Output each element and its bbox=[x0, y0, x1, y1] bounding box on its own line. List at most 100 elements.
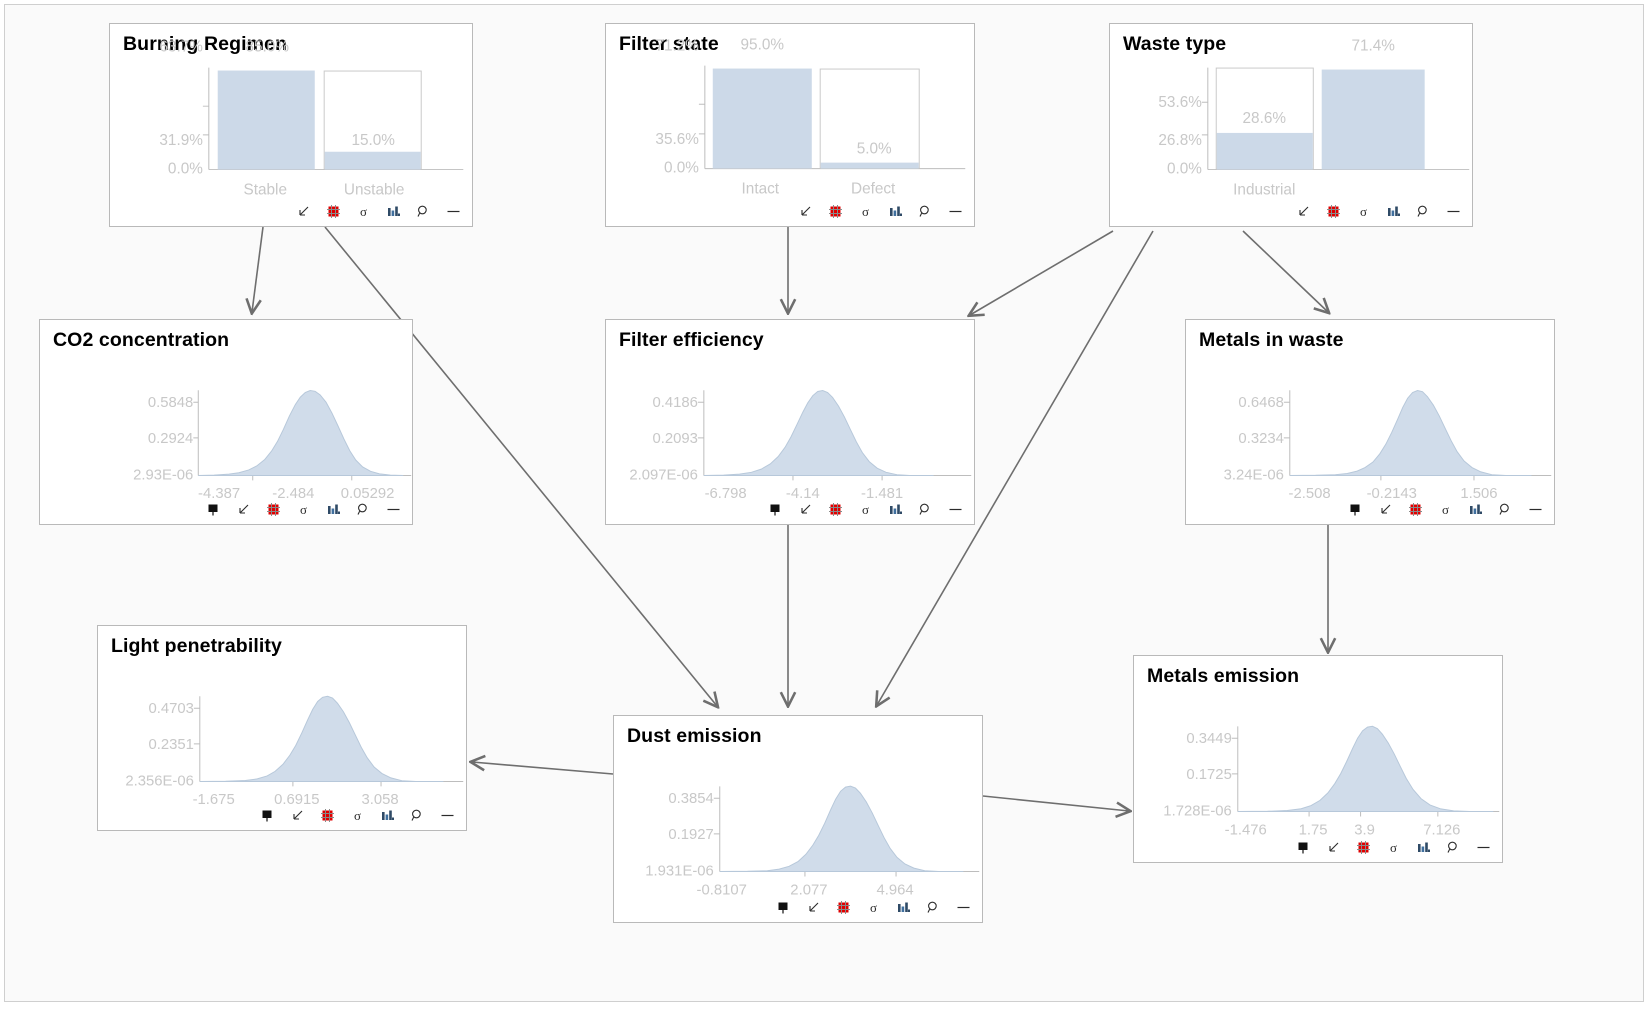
node-toolbar[interactable]: σ bbox=[767, 498, 964, 520]
magnifier-icon[interactable] bbox=[917, 203, 934, 220]
sigma-icon[interactable]: σ bbox=[1355, 203, 1372, 220]
ytick-label: 71.2% bbox=[655, 38, 699, 55]
node-filter-state[interactable]: Filter state 71.2% 35.6% 0.0% 95.0% 5.0%… bbox=[605, 23, 975, 227]
ytick-label: 0.3449 bbox=[1186, 731, 1231, 747]
magnifier-icon[interactable] bbox=[415, 203, 432, 220]
minimize-icon[interactable] bbox=[947, 203, 964, 220]
evidence-grid-icon[interactable] bbox=[1407, 501, 1424, 518]
node-toolbar[interactable]: σ bbox=[775, 896, 972, 918]
sigma-icon[interactable]: σ bbox=[349, 807, 366, 824]
bar-chart-icon[interactable] bbox=[325, 501, 342, 518]
collapse-arrow-icon[interactable] bbox=[805, 899, 822, 916]
bar-chart-icon[interactable] bbox=[887, 501, 904, 518]
collapse-arrow-icon[interactable] bbox=[797, 501, 814, 518]
minimize-icon[interactable] bbox=[445, 203, 462, 220]
pin-icon[interactable] bbox=[1295, 839, 1312, 856]
magnifier-icon[interactable] bbox=[409, 807, 426, 824]
node-toolbar[interactable]: σ bbox=[1295, 200, 1462, 222]
bar-value-label: 85.0% bbox=[246, 39, 290, 56]
collapse-arrow-icon[interactable] bbox=[289, 807, 306, 824]
ytick-label: 0.4703 bbox=[148, 701, 193, 717]
pin-icon[interactable] bbox=[205, 501, 222, 518]
pin-icon[interactable] bbox=[259, 807, 276, 824]
ytick-label: 0.1725 bbox=[1186, 767, 1231, 783]
node-toolbar[interactable]: σ bbox=[205, 498, 402, 520]
sigma-icon[interactable]: σ bbox=[295, 501, 312, 518]
edge-burning-regimen-to-co2-concentration bbox=[252, 226, 264, 312]
density-chart-metals-emission: 0.3449 0.1725 1.728E-06 -1.476 1.75 3.9 … bbox=[1163, 725, 1500, 838]
bar-value-label: 15.0% bbox=[351, 132, 395, 149]
bar-chart-icon[interactable] bbox=[385, 203, 402, 220]
sigma-icon[interactable]: σ bbox=[1385, 839, 1402, 856]
magnifier-icon[interactable] bbox=[1415, 203, 1432, 220]
bar-chart-waste-type: 53.6% 26.8% 0.0% 28.6% 71.4% Industrial bbox=[1158, 38, 1470, 198]
minimize-icon[interactable] bbox=[1527, 501, 1544, 518]
node-toolbar[interactable]: σ bbox=[1347, 498, 1544, 520]
bar-chart-icon[interactable] bbox=[1385, 203, 1402, 220]
node-metals-in-waste[interactable]: Metals in waste 0.6468 0.3234 3.24E-06 -… bbox=[1185, 319, 1555, 525]
bar-industrial bbox=[1216, 132, 1313, 170]
evidence-grid-icon[interactable] bbox=[835, 899, 852, 916]
bar-chart-icon[interactable] bbox=[887, 203, 904, 220]
node-light-penetrability[interactable]: Light penetrability 0.4703 0.2351 2.356E… bbox=[97, 625, 467, 831]
evidence-grid-icon[interactable] bbox=[1355, 839, 1372, 856]
sigma-icon[interactable]: σ bbox=[865, 899, 882, 916]
node-dust-emission[interactable]: Dust emission 0.3854 0.1927 1.931E-06 -0… bbox=[613, 715, 983, 923]
svg-text:σ: σ bbox=[300, 502, 307, 517]
node-toolbar[interactable]: σ bbox=[797, 200, 964, 222]
collapse-arrow-icon[interactable] bbox=[1295, 203, 1312, 220]
minimize-icon[interactable] bbox=[955, 899, 972, 916]
bar-chart-icon[interactable] bbox=[895, 899, 912, 916]
ytick-label: 0.0% bbox=[664, 160, 699, 177]
ytick-label: 1.728E-06 bbox=[1163, 803, 1232, 819]
evidence-grid-icon[interactable] bbox=[319, 807, 336, 824]
sigma-icon[interactable]: σ bbox=[1437, 501, 1454, 518]
minimize-icon[interactable] bbox=[385, 501, 402, 518]
network-canvas[interactable]: Burning Regimen 63.7% 31.9% 0.0% 85.0% 1… bbox=[4, 4, 1644, 1002]
evidence-grid-icon[interactable] bbox=[827, 501, 844, 518]
sigma-icon[interactable]: σ bbox=[355, 203, 372, 220]
evidence-grid-icon[interactable] bbox=[827, 203, 844, 220]
evidence-grid-icon[interactable] bbox=[325, 203, 342, 220]
ytick-label: 63.7% bbox=[159, 39, 203, 56]
xtick-label: Defect bbox=[851, 180, 896, 197]
ytick-label: 0.1927 bbox=[668, 827, 713, 843]
node-metals-emission[interactable]: Metals emission 0.3449 0.1725 1.728E-06 … bbox=[1133, 655, 1503, 863]
magnifier-icon[interactable] bbox=[355, 501, 372, 518]
node-co2-concentration[interactable]: CO2 concentration 0.5848 0.2924 2.93E-06… bbox=[39, 319, 413, 525]
xtick-label: Intact bbox=[742, 180, 780, 197]
collapse-arrow-icon[interactable] bbox=[235, 501, 252, 518]
node-waste-type[interactable]: Waste type 53.6% 26.8% 0.0% 28.6% 71.4% … bbox=[1109, 23, 1473, 227]
evidence-grid-icon[interactable] bbox=[265, 501, 282, 518]
svg-text:σ: σ bbox=[354, 808, 361, 823]
collapse-arrow-icon[interactable] bbox=[797, 203, 814, 220]
sigma-icon[interactable]: σ bbox=[857, 203, 874, 220]
bar-chart-icon[interactable] bbox=[379, 807, 396, 824]
minimize-icon[interactable] bbox=[439, 807, 456, 824]
ytick-label: 0.6468 bbox=[1238, 395, 1283, 411]
ytick-label: 26.8% bbox=[1158, 132, 1202, 149]
minimize-icon[interactable] bbox=[1475, 839, 1492, 856]
node-toolbar[interactable]: σ bbox=[259, 804, 456, 826]
magnifier-icon[interactable] bbox=[925, 899, 942, 916]
bar-chart-icon[interactable] bbox=[1467, 501, 1484, 518]
collapse-arrow-icon[interactable] bbox=[1325, 839, 1342, 856]
node-toolbar[interactable]: σ bbox=[295, 200, 462, 222]
node-toolbar[interactable]: σ bbox=[1295, 836, 1492, 858]
minimize-icon[interactable] bbox=[947, 501, 964, 518]
bar-chart-icon[interactable] bbox=[1415, 839, 1432, 856]
sigma-icon[interactable]: σ bbox=[857, 501, 874, 518]
minimize-icon[interactable] bbox=[1445, 203, 1462, 220]
node-filter-efficiency[interactable]: Filter efficiency 0.4186 0.2093 2.097E-0… bbox=[605, 319, 975, 525]
node-burning-regimen[interactable]: Burning Regimen 63.7% 31.9% 0.0% 85.0% 1… bbox=[109, 23, 473, 227]
bar-second-category bbox=[1321, 69, 1425, 170]
collapse-arrow-icon[interactable] bbox=[1377, 501, 1394, 518]
magnifier-icon[interactable] bbox=[1497, 501, 1514, 518]
magnifier-icon[interactable] bbox=[917, 501, 934, 518]
magnifier-icon[interactable] bbox=[1445, 839, 1462, 856]
collapse-arrow-icon[interactable] bbox=[295, 203, 312, 220]
evidence-grid-icon[interactable] bbox=[1325, 203, 1342, 220]
pin-icon[interactable] bbox=[775, 899, 792, 916]
pin-icon[interactable] bbox=[1347, 501, 1364, 518]
pin-icon[interactable] bbox=[767, 501, 784, 518]
